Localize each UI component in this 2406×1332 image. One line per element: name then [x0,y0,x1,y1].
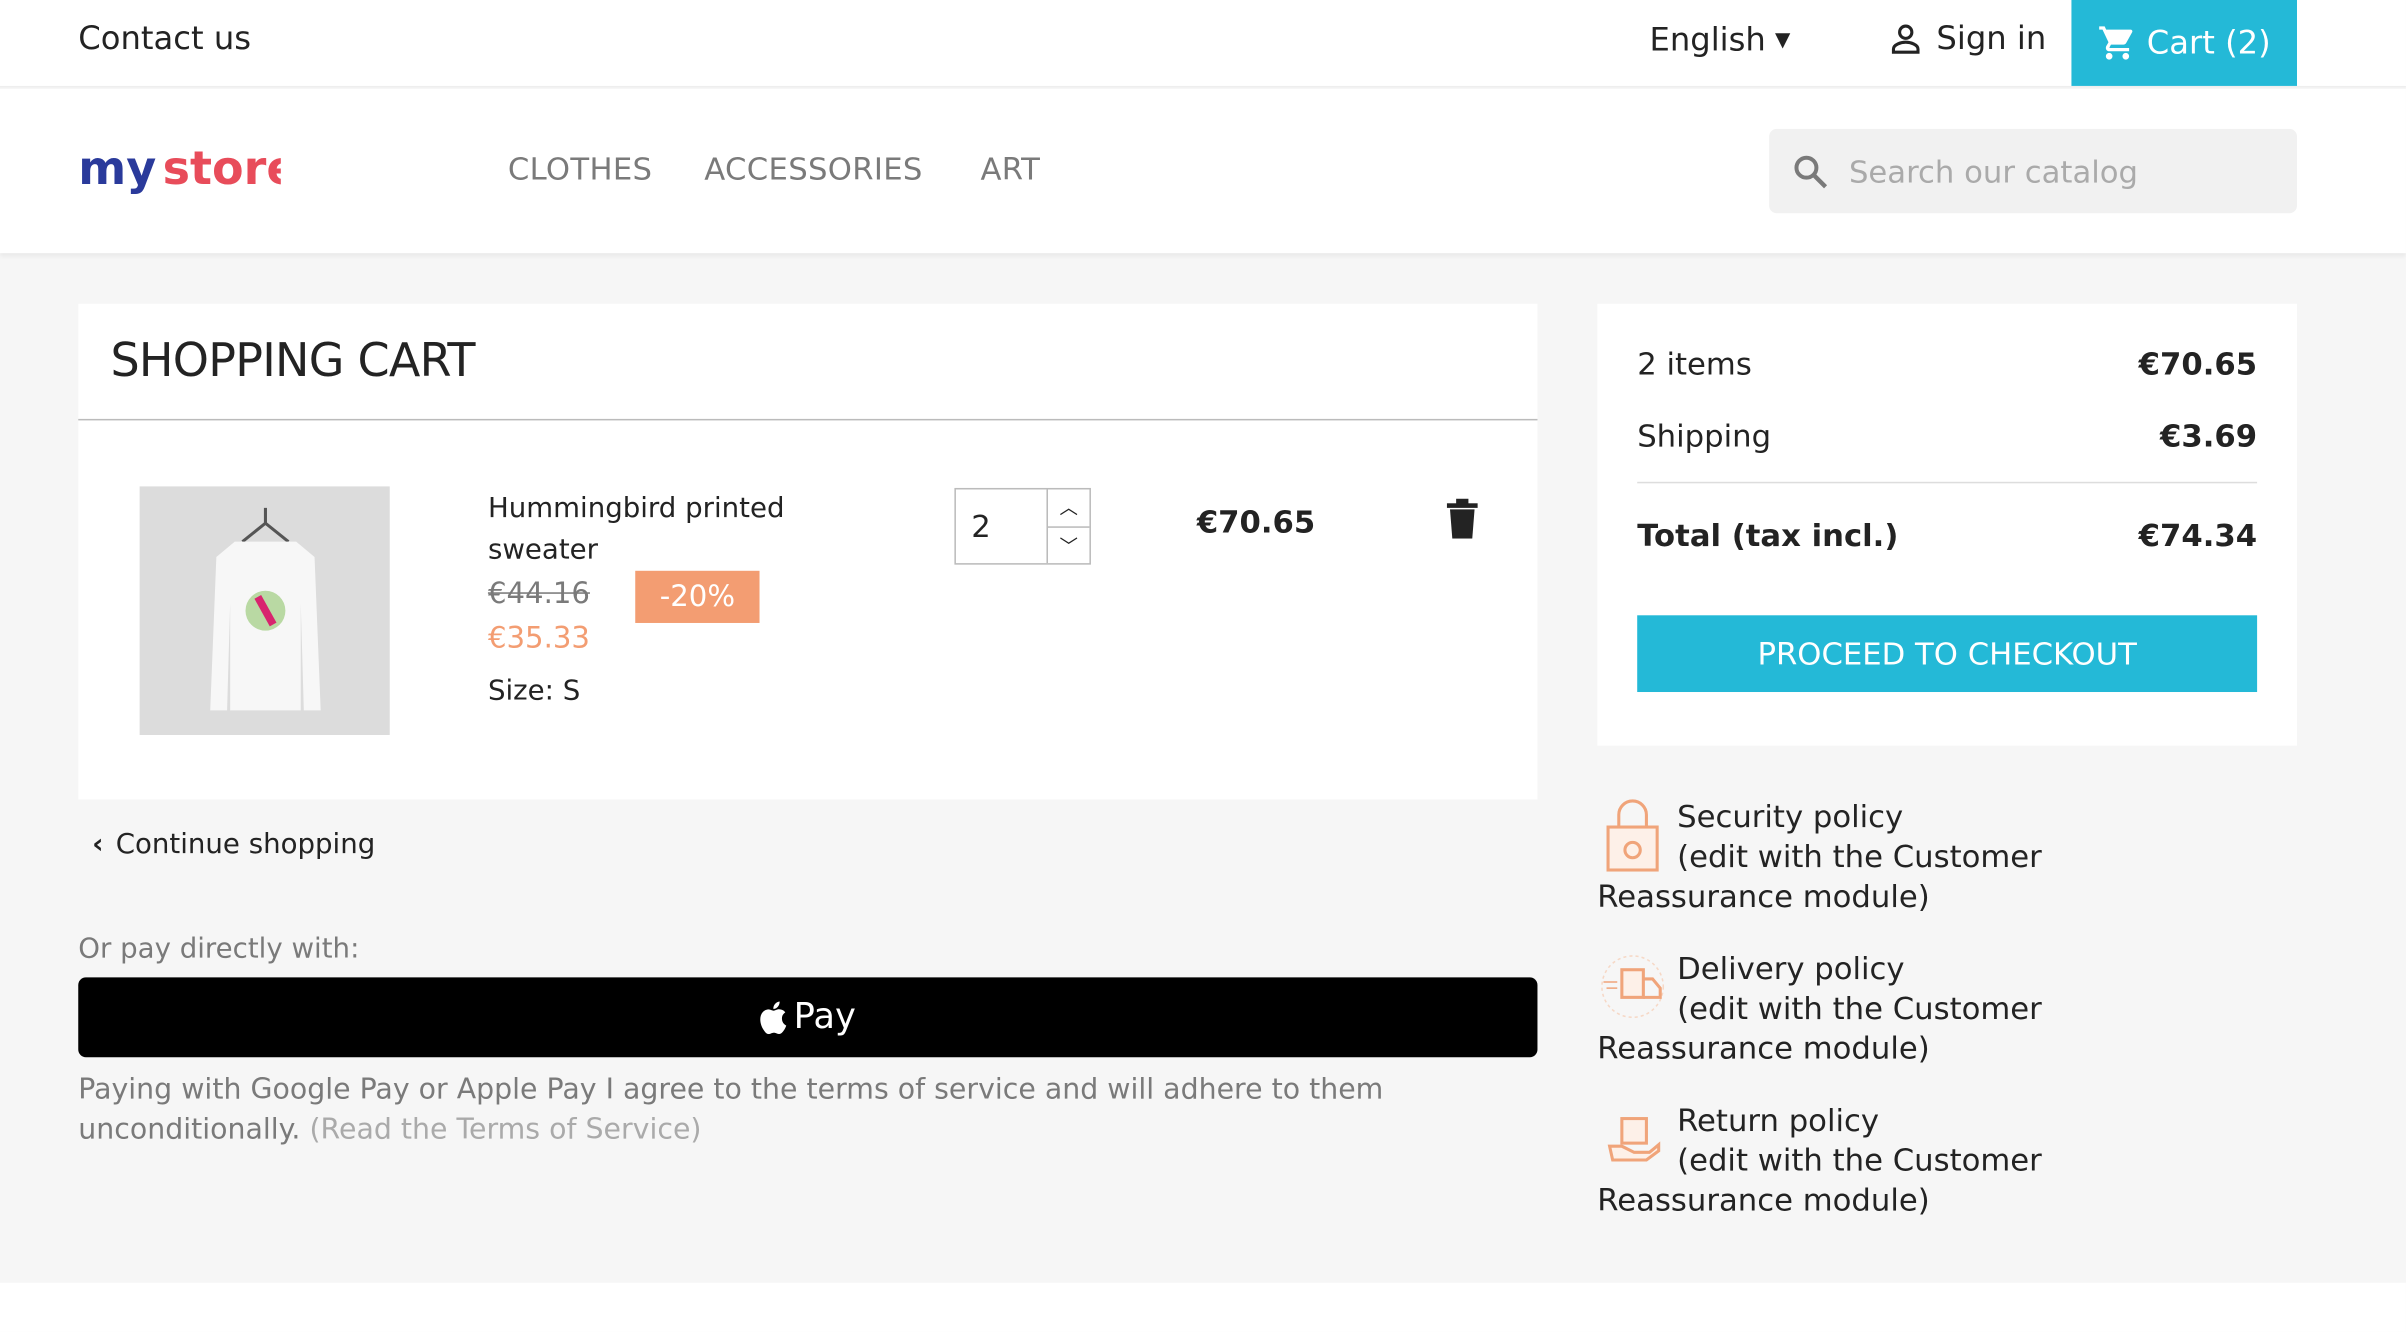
divider [78,418,1538,421]
summary-shipping-row: Shipping €3.69 [1637,417,2257,454]
items-label: 2 items [1637,345,1752,383]
user-icon [1891,24,1920,54]
cart-icon [2099,26,2133,60]
hand-box-icon [1607,1117,1661,1162]
items-value: €70.65 [2138,345,2258,383]
summary-divider [1637,481,2258,484]
sign-in-link[interactable]: Sign in [1887,20,2046,57]
svg-text:store: store [163,141,281,195]
apple-pay-label: Pay [793,997,856,1038]
reassurance-security: Security policy (edit with the Customer R… [1597,796,2241,916]
size-value: S [562,675,581,708]
total-value: €74.34 [2138,517,2258,554]
reassurance-title: Delivery policy [1677,949,1905,987]
increment-icon[interactable]: ︿ [1047,489,1090,528]
search-input[interactable] [1848,152,2279,190]
product-name-link[interactable]: Hummingbird printed sweater [488,488,826,571]
terms-link[interactable]: (Read the Terms of Service) [309,1114,701,1146]
reassurance-title: Return policy [1677,1101,1880,1139]
total-label: Total (tax incl.) [1637,517,1899,554]
sign-in-label: Sign in [1936,19,2047,57]
language-label: English [1649,21,1766,59]
nav-clothes[interactable]: CLOTHES [508,150,652,187]
lock-icon [1606,799,1659,872]
reassurance-return: Return policy (edit with the Customer Rea… [1597,1100,2241,1220]
shipping-value: €3.69 [2160,417,2258,455]
quantity-stepper[interactable]: 2 ︿ ﹀ [954,487,1091,565]
continue-shopping-link[interactable]: ‹ Continue shopping [92,829,375,861]
apple-pay-button[interactable]: Pay [78,977,1538,1058]
summary-items-row: 2 items €70.65 [1637,345,2257,382]
language-selector[interactable]: English ▼ [1649,21,1790,58]
sweater-image [209,507,320,711]
cart-card: SHOPPING CART Hummingbird printed sweate… [78,303,1538,800]
terms-text: Paying with Google Pay or Apple Pay I ag… [78,1074,1384,1147]
reassurance-title: Security policy [1677,797,1904,835]
nav-art[interactable]: ART [980,150,1040,187]
express-terms: Paying with Google Pay or Apple Pay I ag… [78,1071,1428,1151]
page-title: SHOPPING CART [110,334,475,389]
search-icon [1794,154,1828,188]
discounted-price: €35.33 [487,621,590,656]
footer [0,1282,2406,1332]
svg-text:my: my [78,141,156,195]
product-image[interactable] [139,486,390,735]
nav-accessories[interactable]: ACCESSORIES [704,150,922,187]
line-total: €70.65 [1196,503,1316,541]
continue-shopping-label: Continue shopping [115,828,376,861]
chevron-left-icon: ‹ [92,828,104,861]
apple-icon [760,1001,787,1035]
size-attribute: Size: S [488,675,580,707]
store-logo[interactable]: my store [78,138,281,206]
caret-down-icon: ▼ [1775,28,1791,52]
contact-us-link[interactable]: Contact us [78,20,251,57]
size-label: Size: [487,675,554,708]
header: my store CLOTHES ACCESSORIES ART [0,88,2406,254]
regular-price: €44.16 [487,576,590,611]
discount-badge: -20% [635,570,760,623]
trash-icon[interactable] [1445,498,1479,539]
summary-total-row: Total (tax incl.) €74.34 [1637,517,2257,554]
page: Contact us English ▼ Sign in Cart (2) my… [0,0,2406,1332]
top-bar: Contact us English ▼ Sign in Cart (2) [0,0,2406,88]
cart-button[interactable]: Cart (2) [2071,0,2297,86]
cart-label: Cart (2) [2146,24,2271,62]
proceed-to-checkout-button[interactable]: PROCEED TO CHECKOUT [1637,615,2258,693]
reassurance-delivery: Delivery policy (edit with the Customer R… [1597,948,2241,1068]
shipping-label: Shipping [1637,417,1772,455]
decrement-icon[interactable]: ﹀ [1048,527,1089,563]
express-checkout-label: Or pay directly with: [78,932,360,966]
quantity-input[interactable]: 2 [956,489,1048,564]
truck-icon [1601,955,1665,1019]
search-box[interactable] [1769,128,2297,214]
